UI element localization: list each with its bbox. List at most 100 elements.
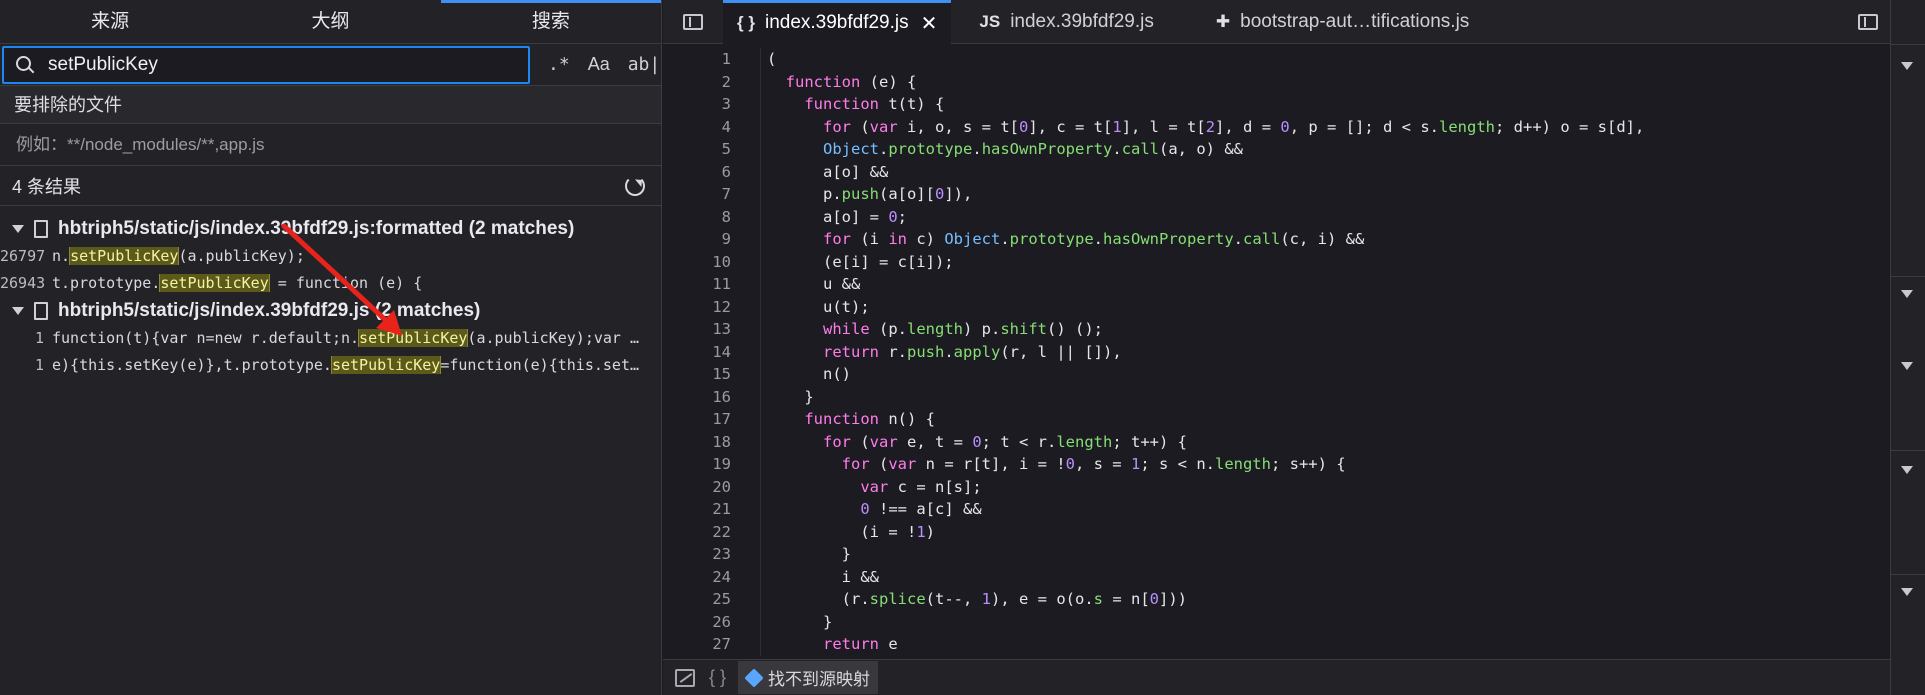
pretty-print-button[interactable]: { } [709, 667, 726, 688]
line-number[interactable]: 8 [663, 206, 743, 229]
line-number[interactable]: 7 [663, 183, 743, 206]
chevron-down-icon[interactable] [1901, 588, 1913, 596]
code-line[interactable]: 25 (r.splice(t--, 1), e = o(o.s = n[0])) [663, 588, 1890, 611]
exclude-files-label[interactable]: 要排除的文件 [0, 86, 661, 124]
result-file-header[interactable]: hbtriph5/static/js/index.39bfdf29.js:for… [0, 216, 661, 242]
line-number[interactable]: 23 [663, 543, 743, 566]
code-line[interactable]: 9 for (i in c) Object.prototype.hasOwnPr… [663, 228, 1890, 251]
line-number[interactable]: 4 [663, 116, 743, 139]
code-line[interactable]: 12 u(t); [663, 295, 1890, 319]
whole-word-button[interactable]: ab| [628, 54, 661, 75]
close-icon[interactable]: ✕ [921, 11, 938, 36]
code-text: return r.push.apply(r, l || []), [823, 342, 1122, 361]
line-number[interactable]: 24 [663, 566, 743, 589]
line-number[interactable]: 17 [663, 408, 743, 431]
code-line[interactable]: 26 } [663, 610, 1890, 634]
line-number[interactable]: 27 [663, 633, 743, 656]
toggle-sidebar-button[interactable] [663, 13, 723, 30]
line-number[interactable]: 11 [663, 273, 743, 296]
code-line[interactable]: 19 for (var n = r[t], i = !0, s = 1; s <… [663, 453, 1890, 476]
editor-tab-source[interactable]: JS index.39bfdf29.js [965, 0, 1167, 44]
tab-sources[interactable]: 来源 [0, 0, 220, 43]
refresh-icon[interactable] [625, 175, 645, 196]
code-line[interactable]: 4 for (var i, o, s = t[0], c = t[1], l =… [663, 115, 1890, 139]
code-line[interactable]: 7 p.push(a[o][0]), [663, 183, 1890, 206]
panel-tabs: 来源 大纲 搜索 [0, 0, 661, 44]
search-input[interactable] [48, 53, 508, 76]
code-line[interactable]: 22 (i = !1) [663, 520, 1890, 544]
code-line[interactable]: 15 n() [663, 363, 1890, 386]
chevron-down-icon[interactable] [1901, 290, 1913, 298]
match-highlight: setPublicKey [358, 328, 469, 347]
code-line[interactable]: 3 function t(t) { [663, 93, 1890, 116]
line-number[interactable]: 16 [663, 386, 743, 409]
line-number[interactable]: 10 [663, 251, 743, 274]
line-number[interactable]: 22 [663, 521, 743, 544]
code-line[interactable]: 2 function (e) { [663, 70, 1890, 94]
line-number[interactable]: 20 [663, 476, 743, 499]
js-file-icon: JS [979, 11, 1001, 31]
result-file-group: hbtriph5/static/js/index.39bfdf29.js (2 … [0, 298, 661, 378]
line-number[interactable]: 25 [663, 588, 743, 611]
code-text: a[o] = 0; [767, 207, 908, 226]
code-line[interactable]: 16 } [663, 385, 1890, 409]
code-line[interactable]: 5 Object.prototype.hasOwnProperty.call(a… [663, 138, 1890, 161]
code-line[interactable]: 14 return r.push.apply(r, l || []), [663, 340, 1890, 364]
code-line[interactable]: 13 while (p.length) p.shift() (); [663, 318, 1890, 341]
line-number[interactable]: 26 [663, 611, 743, 634]
code-line[interactable]: 21 0 !== a[c] && [663, 498, 1890, 521]
match-line-number: 1 [34, 355, 44, 374]
match-row[interactable]: 26943 t.prototype.setPublicKey = functio… [0, 269, 661, 296]
line-number[interactable]: 19 [663, 453, 743, 476]
line-number[interactable]: 1 [663, 48, 743, 71]
result-file-group: hbtriph5/static/js/index.39bfdf29.js:for… [0, 216, 661, 296]
code-line[interactable]: 17 function n() { [663, 408, 1890, 431]
source-map-status[interactable]: 找不到源映射 [738, 661, 879, 694]
editor-tab-extension[interactable]: ✚ bootstrap-aut…tifications.js [1202, 0, 1483, 44]
chevron-down-icon[interactable] [1901, 62, 1913, 70]
tab-label: bootstrap-aut…tifications.js [1240, 10, 1470, 32]
match-case-button[interactable]: Aa [588, 54, 610, 75]
line-number[interactable]: 18 [663, 431, 743, 454]
line-number[interactable]: 9 [663, 228, 743, 251]
code-line[interactable]: 8 a[o] = 0; [663, 205, 1890, 229]
code-line[interactable]: 27 return e [663, 633, 1890, 656]
toggle-debugger-button[interactable] [1846, 13, 1890, 30]
code-line[interactable]: 24 i && [663, 565, 1890, 589]
code-line[interactable]: 1( [663, 48, 1890, 71]
match-row[interactable]: 1 e){this.setKey(e)},t.prototype.setPubl… [0, 351, 661, 378]
code-view[interactable]: 1(2 function (e) {3 function t(t) {4 for… [663, 48, 1890, 658]
blackbox-icon[interactable] [675, 668, 695, 687]
code-line[interactable]: 23 } [663, 543, 1890, 566]
tab-outline[interactable]: 大纲 [220, 0, 440, 43]
editor-tab-formatted[interactable]: { } index.39bfdf29.js ✕ [723, 0, 952, 44]
line-number[interactable]: 3 [663, 93, 743, 116]
line-number[interactable]: 14 [663, 341, 743, 364]
regex-toggle-button[interactable]: .* [548, 54, 570, 75]
search-box[interactable] [2, 45, 530, 84]
line-number[interactable]: 13 [663, 318, 743, 341]
line-number[interactable]: 2 [663, 71, 743, 94]
match-row[interactable]: 26797 n.setPublicKey(a.publicKey); [0, 242, 661, 269]
line-number[interactable]: 12 [663, 296, 743, 319]
sidebar-toggle-icon [683, 13, 703, 30]
code-line[interactable]: 11 u && [663, 273, 1890, 296]
chevron-down-icon[interactable] [1901, 362, 1913, 370]
code-line[interactable]: 6 a[o] && [663, 160, 1890, 184]
tab-search[interactable]: 搜索 [440, 0, 661, 43]
code-line[interactable]: 10 (e[i] = c[i]); [663, 250, 1890, 274]
result-file-header[interactable]: hbtriph5/static/js/index.39bfdf29.js (2 … [0, 298, 661, 324]
match-row[interactable]: 1 function(t){var n=new r.default;n.setP… [0, 324, 661, 351]
chevron-down-icon[interactable] [1901, 466, 1913, 474]
code-text: a[o] && [767, 162, 889, 181]
match-prefix: n. [52, 246, 71, 265]
line-number[interactable]: 21 [663, 498, 743, 521]
exclude-files-input[interactable]: 例如：**/node_modules/**,app.js [0, 124, 661, 166]
line-number[interactable]: 6 [663, 161, 743, 184]
match-highlight: setPublicKey [330, 355, 442, 374]
line-number[interactable]: 15 [663, 363, 743, 386]
line-number[interactable]: 5 [663, 138, 743, 161]
code-line[interactable]: 18 for (var e, t = 0; t < r.length; t++)… [663, 430, 1890, 454]
code-line[interactable]: 20 var c = n[s]; [663, 475, 1890, 499]
code-text: 0 !== a[c] && [860, 500, 982, 518]
